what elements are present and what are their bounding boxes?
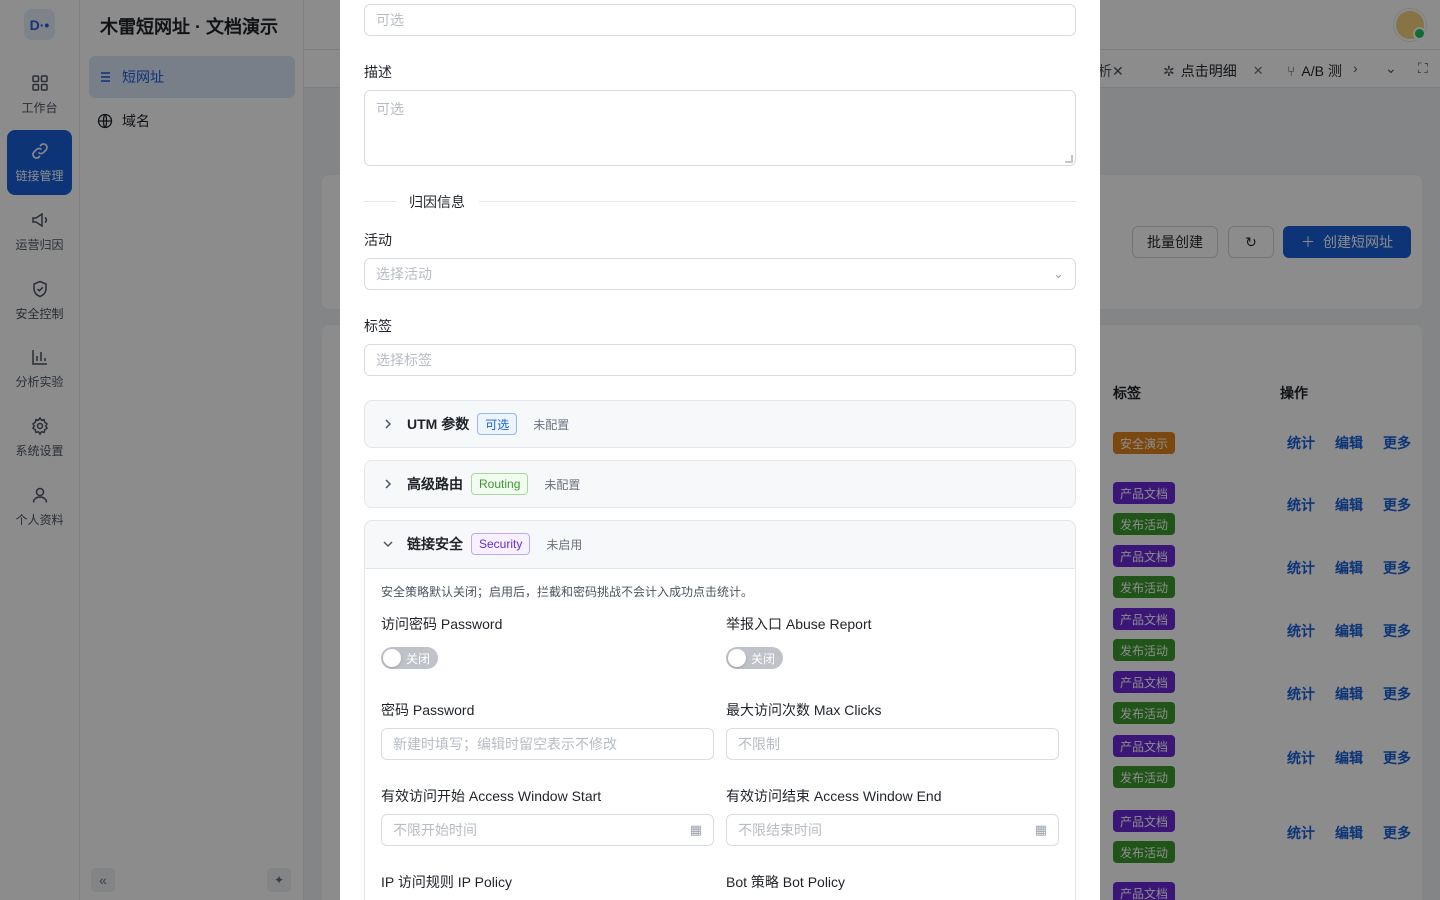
calendar-icon: ▦ xyxy=(1034,822,1047,837)
switch-text: 关闭 xyxy=(751,651,776,666)
switch-knob xyxy=(383,649,401,667)
tags-label: 标签 xyxy=(364,318,392,334)
chevron-down-icon: ⌄ xyxy=(1053,266,1064,281)
abuse-report-toggle[interactable]: 关闭 xyxy=(726,647,783,669)
chevron-right-icon xyxy=(385,479,392,489)
panel-title: UTM 参数 xyxy=(407,416,470,432)
max-clicks-label: 最大访问次数 Max Clicks xyxy=(726,702,882,718)
security-hint: 安全策略默认关闭；启用后，拦截和密码挑战不会计入成功点击统计。 xyxy=(381,585,754,599)
description-label: 描述 xyxy=(364,64,392,80)
panel-title: 高级路由 xyxy=(407,476,463,492)
utm-panel-header[interactable]: UTM 参数 可选 未配置 xyxy=(365,401,1075,447)
optional-badge: 可选 xyxy=(477,413,518,435)
window-end-label: 有效访问结束 Access Window End xyxy=(726,788,942,804)
password-input[interactable]: 新建时填写；编辑时留空表示不修改 xyxy=(381,728,714,760)
description-textarea[interactable]: 可选 xyxy=(364,90,1076,166)
campaign-select[interactable]: 选择活动 ⌄ xyxy=(364,258,1076,290)
ip-policy-label: IP 访问规则 IP Policy xyxy=(381,874,512,890)
panel-status: 未启用 xyxy=(546,537,583,552)
routing-panel-header[interactable]: 高级路由 Routing 未配置 xyxy=(365,461,1075,507)
placeholder: 不限结束时间 xyxy=(738,822,822,838)
routing-panel[interactable]: 高级路由 Routing 未配置 xyxy=(364,460,1076,508)
bot-policy-label: Bot 策略 Bot Policy xyxy=(726,874,846,890)
panel-title: 链接安全 xyxy=(407,536,463,552)
panel-status: 未配置 xyxy=(533,417,570,432)
tags-select[interactable]: 选择标签 xyxy=(364,344,1076,376)
chevron-down-icon xyxy=(383,541,393,548)
campaign-label: 活动 xyxy=(364,232,392,248)
panel-status: 未配置 xyxy=(544,477,581,492)
create-link-modal: 可选 描述 可选 归因信息 活动 选择活动 ⌄ 标签 选择标签 UTM 参数 可… xyxy=(340,0,1100,900)
placeholder: 可选 xyxy=(376,101,404,117)
resize-handle-icon[interactable] xyxy=(1065,155,1073,163)
password-toggle[interactable]: 关闭 xyxy=(381,647,438,669)
security-panel-body: 安全策略默认关闭；启用后，拦截和密码挑战不会计入成功点击统计。 访问密码 Pas… xyxy=(365,568,1075,900)
switch-text: 关闭 xyxy=(406,651,431,666)
divider xyxy=(479,201,1076,202)
attribution-divider-label: 归因信息 xyxy=(409,194,465,210)
max-clicks-input[interactable]: 不限制 xyxy=(726,728,1059,760)
placeholder: 不限开始时间 xyxy=(393,822,477,838)
window-start-picker[interactable]: 不限开始时间 ▦ xyxy=(381,814,714,846)
security-panel-header[interactable]: 链接安全 Security 未启用 xyxy=(365,521,1075,567)
calendar-icon: ▦ xyxy=(689,822,702,837)
switch-knob xyxy=(728,649,746,667)
security-badge: Security xyxy=(471,533,531,555)
routing-badge: Routing xyxy=(471,473,529,495)
optional-input[interactable]: 可选 xyxy=(364,4,1076,36)
abuse-toggle-label: 举报入口 Abuse Report xyxy=(726,616,872,632)
chevron-right-icon xyxy=(385,419,392,429)
utm-panel[interactable]: UTM 参数 可选 未配置 xyxy=(364,400,1076,448)
divider xyxy=(364,201,396,202)
password-label: 密码 Password xyxy=(381,702,475,718)
window-start-label: 有效访问开始 Access Window Start xyxy=(381,788,602,804)
security-panel: 链接安全 Security 未启用 安全策略默认关闭；启用后，拦截和密码挑战不会… xyxy=(364,520,1076,900)
window-end-picker[interactable]: 不限结束时间 ▦ xyxy=(726,814,1059,846)
password-toggle-label: 访问密码 Password xyxy=(381,616,503,632)
placeholder: 选择活动 xyxy=(376,266,432,282)
